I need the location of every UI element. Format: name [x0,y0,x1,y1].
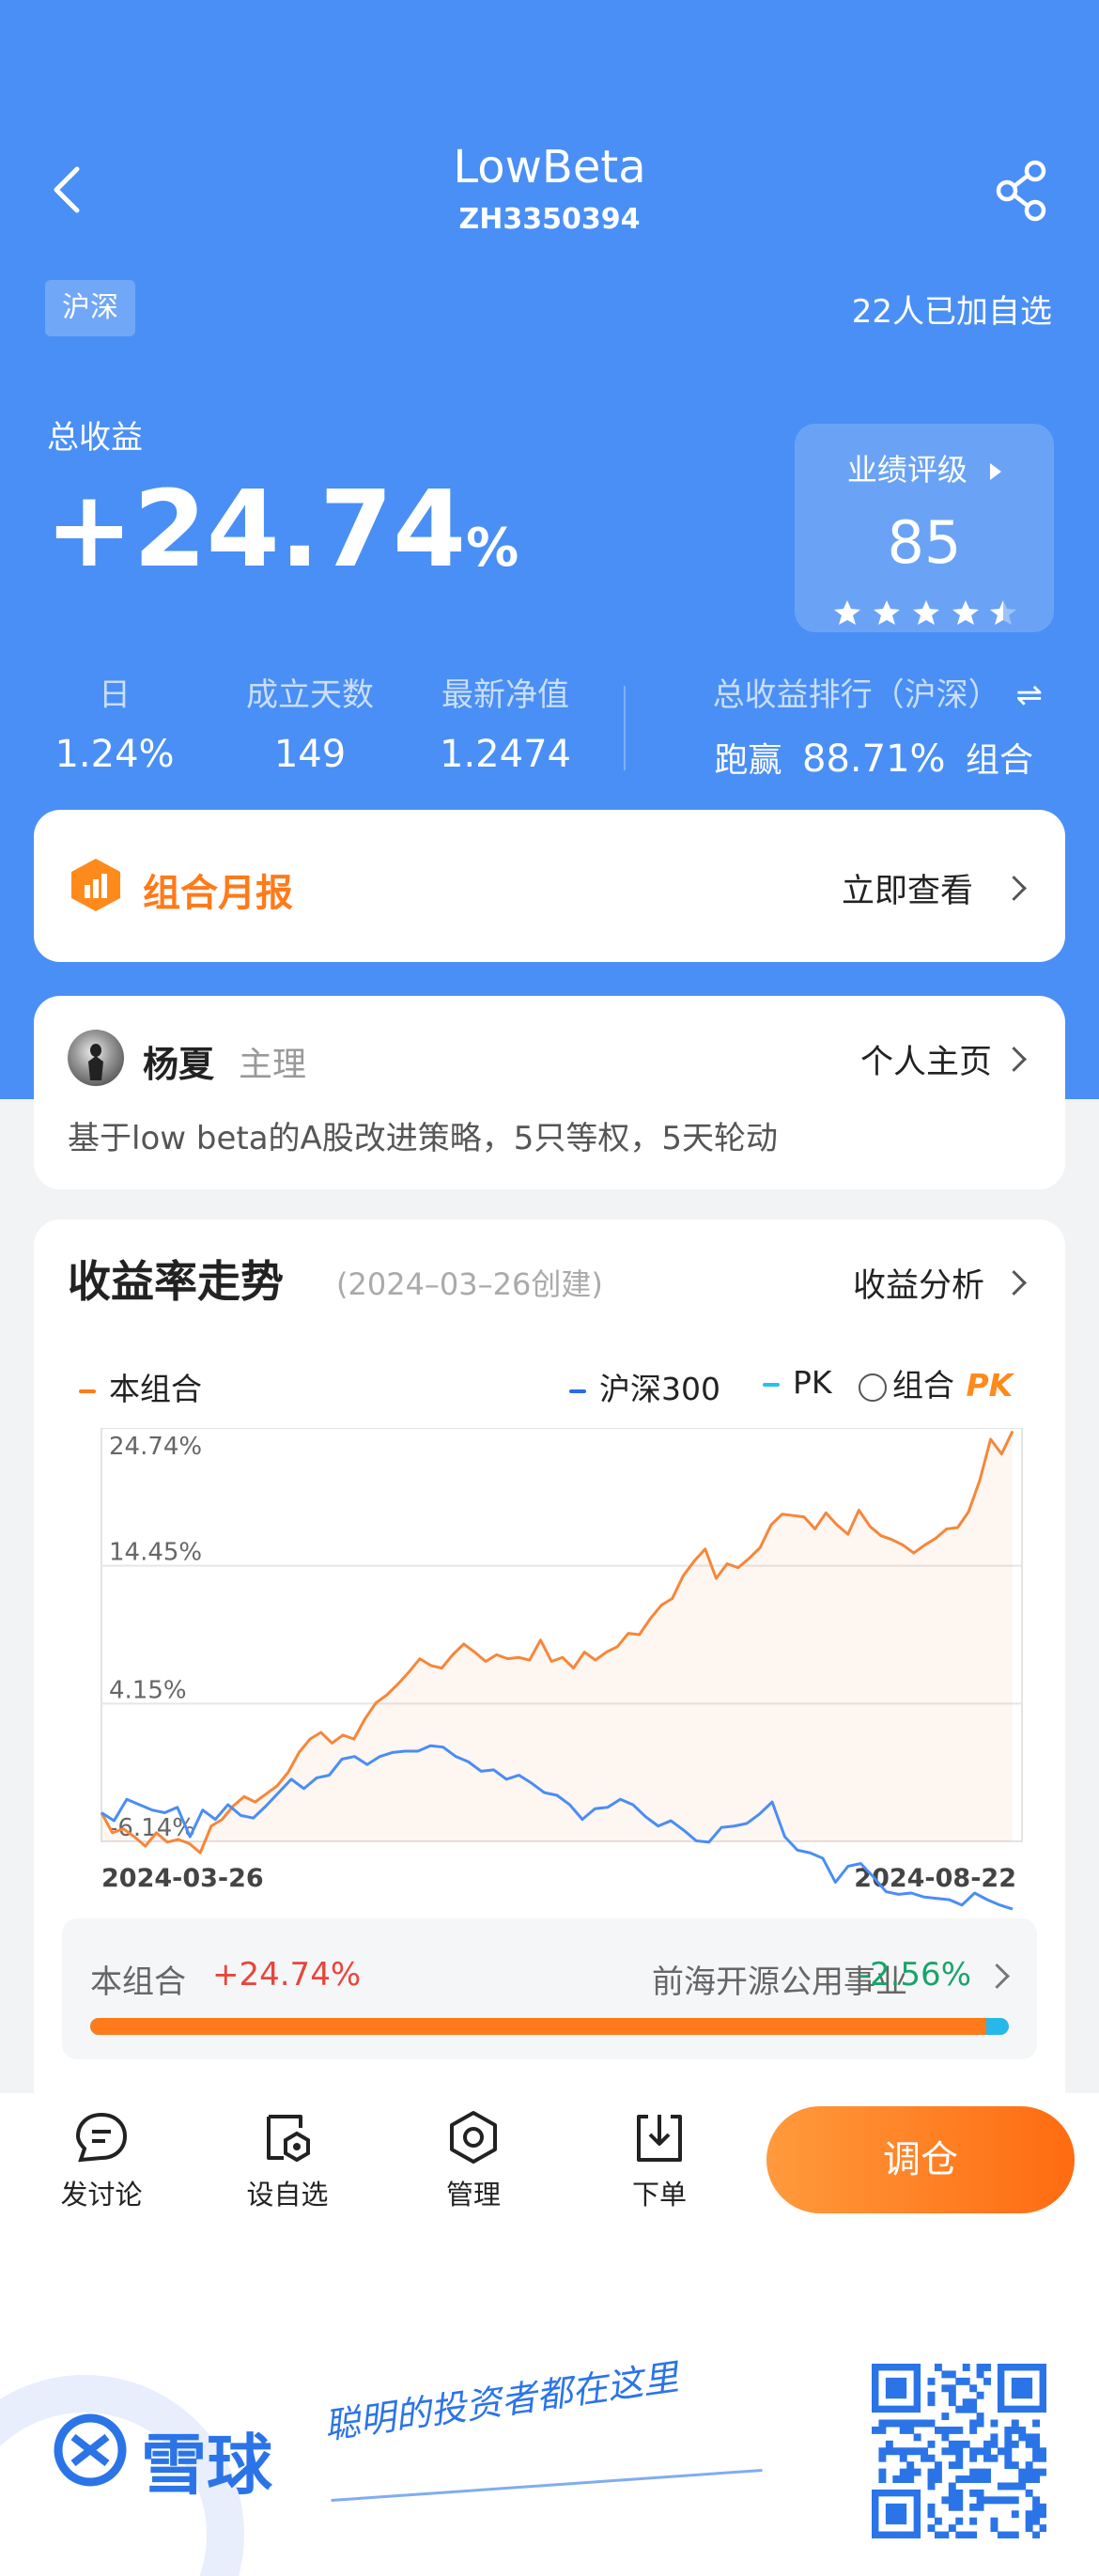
stat-nav-value: 1.2474 [440,733,571,776]
analysis-link[interactable]: 收益分析 [785,1259,984,1307]
comparison-left-value: +24.74% [212,1956,362,1994]
share-icon [996,160,1046,222]
star-icon [913,600,939,625]
portfolio-code: ZH3350394 [458,203,641,236]
share-button[interactable] [994,160,1050,222]
y-tick-label: 24.74% [109,1433,202,1461]
manage-button[interactable]: 管理 [417,2109,530,2212]
stat-day-label: 日 [99,676,131,714]
strategy-description: 基于low beta的A股改进策略，5只等权，5天轮动 [68,1120,779,1157]
comparison-right-value: -2.56% [858,1956,971,1994]
download-tray-icon [637,2115,682,2162]
legend-series3: PK [763,1364,832,1401]
manage-label: 管理 [445,2179,501,2211]
manager-name: 杨夏 [143,1044,215,1085]
comparison-panel[interactable]: 本组合 +24.74% 前海开源公用事业 -2.56% [62,1918,1037,2059]
pk-logo: PK [966,1367,1014,1404]
discuss-button[interactable]: 发讨论 [45,2109,158,2212]
switch-icon: ⇌ [1015,676,1044,714]
total-return-unit: % [466,518,519,579]
manager-avatar [68,1030,124,1086]
stat-day-value: 1.24% [54,733,175,776]
brand-name: 雪球 [141,2427,272,2504]
rating-score: 85 [887,508,962,577]
total-return-number: +24.74 [45,469,467,591]
legend-series1: 本组合 [79,1364,202,1409]
report-chart-icon [68,857,124,913]
star-icon [874,600,900,625]
stat-nav-label: 最新净值 [441,676,569,714]
rating-stars [834,598,1022,628]
profile-link[interactable]: 个人主页 [804,1035,992,1083]
comparison-progress-bar [90,2018,1009,2035]
star-icon [834,600,860,625]
portfolio-title: LowBeta [453,141,646,194]
radio-icon [859,1373,887,1402]
stat-days-value: 149 [273,733,347,776]
chevron-right-icon [984,1963,1010,1989]
pk-toggle[interactable]: 组合 PK [859,1360,1013,1405]
order-label: 下单 [631,2179,687,2211]
footer: 雪球 聪明的投资者都在这里 [0,2243,1099,2576]
settings-hexagon-icon [450,2111,497,2164]
followers-count: 22人已加自选 [851,293,1052,331]
total-return-value: +24.74% [45,477,519,582]
monthly-report-title: 组合月报 [143,872,293,915]
ranking-label[interactable]: 总收益排行（沪深） ⇌ [658,669,1043,715]
order-button[interactable]: 下单 [603,2109,716,2212]
qr-code-icon [872,2364,1046,2538]
discuss-label: 发讨论 [60,2179,143,2211]
chart-title: 收益率走势 [68,1256,284,1307]
rating-label: 业绩评级 [795,446,1054,489]
comparison-progress-fill [90,2018,986,2035]
slogan-underline [331,2468,763,2503]
watchlist-icon [267,2115,310,2163]
series-area [101,1431,1013,1854]
monthly-report-card[interactable]: 组合月报 立即查看 [34,810,1065,962]
brand-slogan: 聪明的投资者都在这里 [321,2356,681,2447]
legend-series2: 沪深300 [569,1364,720,1409]
total-return-label: 总收益 [47,419,143,457]
comparison-left-label: 本组合 [90,1963,186,2001]
comment-icon [75,2112,128,2163]
rebalance-button[interactable]: 调仓 [766,2106,1075,2213]
y-tick-label: 4.15% [109,1676,187,1704]
watch-label: 设自选 [246,2179,329,2211]
stats-divider [624,686,626,770]
ranking-value: 跑赢 88.71% 组合 [714,737,1033,781]
x-tick-label: 2024-03-26 [101,1864,264,1893]
snowball-logo-icon [53,2413,128,2488]
chart-created-date: (2024–03–26创建) [336,1266,603,1302]
stat-days-label: 成立天数 [246,676,374,714]
market-tag: 沪深 [45,280,135,336]
return-chart: 24.74%14.45%4.15%-6.14%2024-03-26 2024-08… [100,1428,1023,1911]
manager-role: 主理 [239,1046,307,1084]
chevron-right-icon [1001,1270,1027,1296]
chevron-right-icon [1001,1047,1027,1072]
chevron-right-icon [1001,876,1027,901]
manager-card[interactable]: 杨夏 主理 个人主页 基于low beta的A股改进策略，5只等权，5天轮动 [34,996,1065,1189]
monthly-report-action: 立即查看 [841,873,973,910]
rating-card[interactable]: 业绩评级 85 [795,424,1054,632]
add-watch-button[interactable]: 设自选 [231,2109,344,2212]
y-tick-label: 14.45% [109,1539,202,1567]
triangle-right-icon [990,463,1002,480]
star-icon [952,600,979,625]
x-tick-label: 2024-08-22 [854,1864,1016,1893]
